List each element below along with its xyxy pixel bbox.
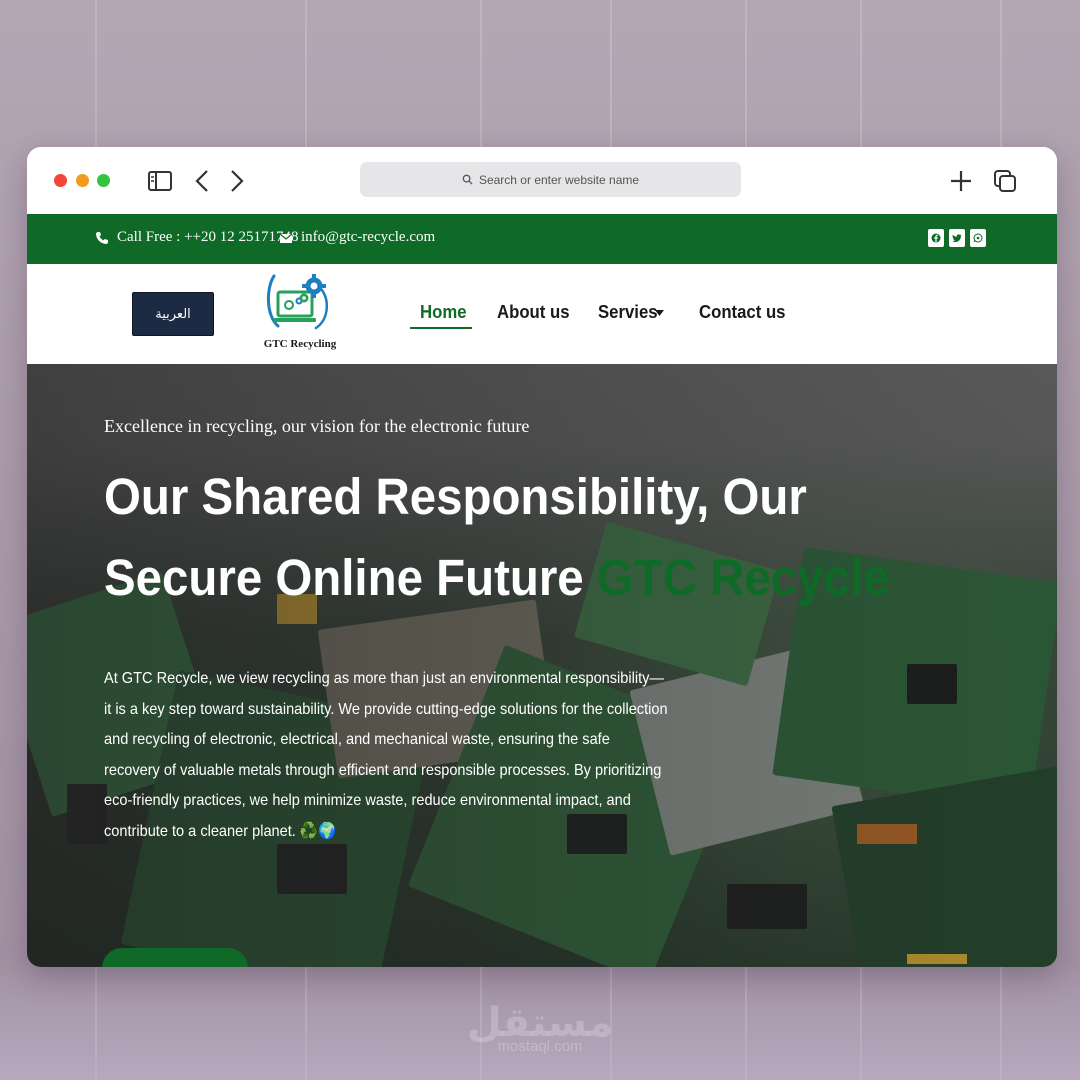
hero-section: Excellence in recycling, our vision for … — [27, 364, 1057, 967]
email-icon — [279, 233, 293, 243]
maximize-window-button[interactable] — [97, 174, 110, 187]
phone-icon — [96, 231, 108, 244]
twitter-icon[interactable] — [949, 229, 965, 247]
whatsapp-icon[interactable] — [970, 229, 986, 247]
main-navigation: العربية GTC Recycling Home About us Serv… — [27, 264, 1057, 364]
facebook-icon[interactable] — [928, 229, 944, 247]
hero-cta-button[interactable] — [102, 948, 248, 967]
watermark-url: mostaql.com — [497, 1038, 583, 1055]
nav-item-home[interactable]: Home — [420, 302, 467, 323]
phone-contact[interactable]: Call Free : ++20 12 25171748 — [95, 229, 299, 246]
sidebar-toggle-icon[interactable] — [147, 168, 173, 194]
tabs-overview-icon[interactable] — [992, 168, 1018, 194]
phone-number: Call Free : ++20 12 25171748 — [117, 229, 299, 245]
email-contact[interactable]: info@gtc-recycle.com — [279, 229, 435, 246]
hero-tagline: Excellence in recycling, our vision for … — [104, 416, 530, 436]
email-address: info@gtc-recycle.com — [301, 229, 436, 245]
nav-item-contact[interactable]: Contact us — [699, 302, 786, 323]
browser-window: Search or enter website name Call Free :… — [27, 147, 1057, 967]
hero-description: At GTC Recycle, we view recycling as mor… — [104, 670, 668, 840]
back-icon[interactable] — [190, 168, 216, 194]
hero-title-brand: GTC Recycle — [596, 549, 890, 606]
nav-item-about[interactable]: About us — [497, 302, 570, 323]
close-window-button[interactable] — [54, 174, 67, 187]
active-nav-indicator — [410, 327, 472, 329]
new-tab-icon[interactable] — [948, 168, 974, 194]
language-switch-button[interactable]: العربية — [132, 292, 214, 336]
address-bar[interactable]: Search or enter website name — [360, 162, 741, 197]
logo-text: GTC Recycling — [263, 338, 337, 350]
browser-toolbar: Search or enter website name — [27, 147, 1057, 214]
chevron-down-icon[interactable] — [655, 310, 664, 316]
contact-bar: Call Free : ++20 12 25171748 info@gtc-re… — [27, 214, 1057, 264]
minimize-window-button[interactable] — [76, 174, 89, 187]
search-icon — [462, 174, 473, 185]
forward-icon[interactable] — [223, 168, 249, 194]
address-placeholder: Search or enter website name — [478, 172, 640, 187]
hero-title: Our Shared Responsibility, Our Secure On… — [104, 456, 941, 618]
nav-item-services[interactable]: Servies — [598, 302, 658, 323]
